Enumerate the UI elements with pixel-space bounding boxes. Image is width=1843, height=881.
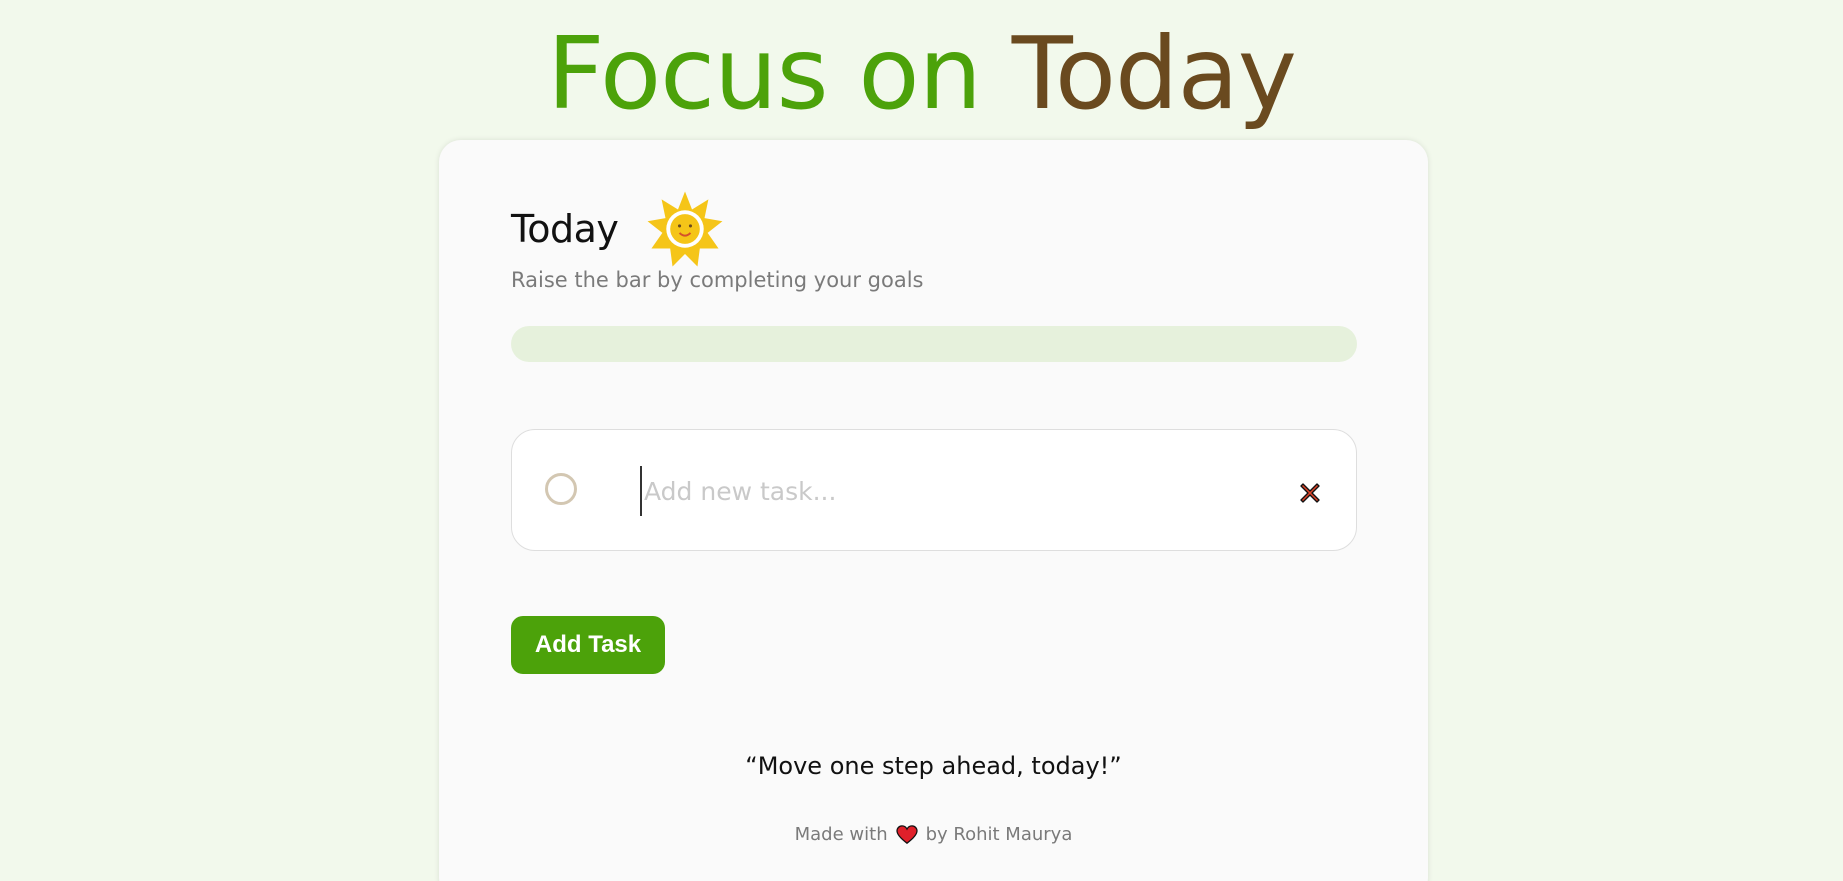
todo-card: Today Raise the bar by completing your g… [439,140,1428,881]
page-title: Focus on Today [0,14,1843,134]
heart-icon [895,824,918,844]
close-x-icon[interactable] [1298,481,1322,505]
page-title-part-today: Today [1011,15,1297,132]
task-item [511,429,1357,551]
new-task-input[interactable] [640,466,1266,516]
footer-credit: Made with by Rohit Maurya [439,824,1428,845]
page-title-part-focus: Focus on [547,15,982,132]
sun-icon [647,191,723,267]
card-subtitle: Raise the bar by completing your goals [511,268,924,292]
task-complete-checkbox[interactable] [545,473,577,505]
add-task-button[interactable]: Add Task [511,616,665,674]
footer-made-with: Made with [794,824,888,845]
card-title: Today [511,207,619,251]
progress-bar [511,326,1357,362]
motivational-quote: “Move one step ahead, today!” [745,752,1122,780]
app-page: Focus on Today Today Raise the bar by co… [0,0,1843,881]
card-header: Today [511,190,724,268]
footer-author: by Rohit Maurya [925,824,1073,845]
